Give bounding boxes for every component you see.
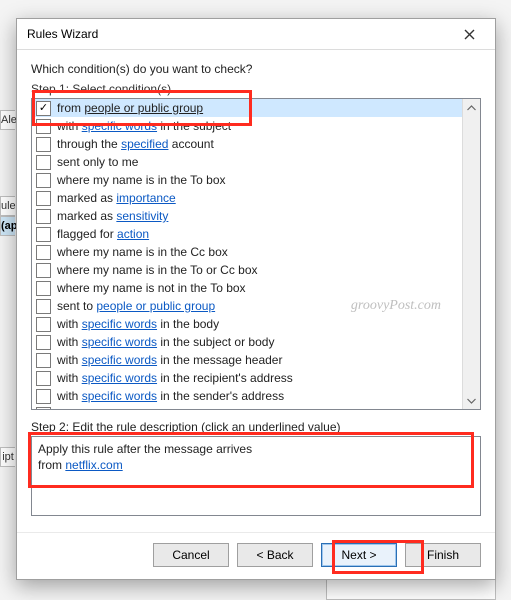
condition-item[interactable]: with specific words in the sender's addr… bbox=[32, 387, 462, 405]
condition-checkbox[interactable] bbox=[36, 245, 51, 260]
bg-fragment: Ale bbox=[0, 110, 15, 130]
condition-checkbox[interactable] bbox=[36, 371, 51, 386]
description-line: Apply this rule after the message arrive… bbox=[38, 441, 474, 457]
condition-checkbox[interactable] bbox=[36, 299, 51, 314]
description-text: from bbox=[38, 458, 65, 472]
condition-item[interactable]: ✓ from people or public group bbox=[32, 99, 462, 117]
condition-label: marked as sensitivity bbox=[57, 209, 168, 223]
condition-checkbox[interactable] bbox=[36, 227, 51, 242]
condition-link[interactable]: sensitivity bbox=[116, 209, 168, 223]
bg-fragment bbox=[326, 578, 496, 600]
condition-item[interactable]: assigned to category category bbox=[32, 405, 462, 409]
condition-link[interactable]: specific words bbox=[82, 335, 157, 349]
condition-link[interactable]: specific words bbox=[82, 317, 157, 331]
condition-item[interactable]: with specific words in the body bbox=[32, 315, 462, 333]
scroll-up-button[interactable] bbox=[463, 99, 480, 116]
condition-checkbox[interactable]: ✓ bbox=[36, 101, 51, 116]
condition-label: marked as importance bbox=[57, 191, 176, 205]
condition-item[interactable]: flagged for action bbox=[32, 225, 462, 243]
condition-label: with specific words in the message heade… bbox=[57, 353, 282, 367]
condition-checkbox[interactable] bbox=[36, 407, 51, 410]
condition-item[interactable]: with specific words in the recipient's a… bbox=[32, 369, 462, 387]
condition-label: with specific words in the subject bbox=[57, 119, 231, 133]
condition-checkbox[interactable] bbox=[36, 335, 51, 350]
condition-item[interactable]: sent to people or public group bbox=[32, 297, 462, 315]
condition-item[interactable]: where my name is in the To or Cc box bbox=[32, 261, 462, 279]
condition-item[interactable]: marked as sensitivity bbox=[32, 207, 462, 225]
condition-label: from people or public group bbox=[57, 101, 203, 115]
condition-label: with specific words in the recipient's a… bbox=[57, 371, 293, 385]
condition-link[interactable]: action bbox=[117, 227, 149, 241]
condition-label: with specific words in the subject or bo… bbox=[57, 335, 274, 349]
rule-description-box[interactable]: Apply this rule after the message arrive… bbox=[31, 436, 481, 516]
step1-label: Step 1: Select condition(s) bbox=[31, 82, 481, 96]
condition-item[interactable]: where my name is not in the To box bbox=[32, 279, 462, 297]
condition-item[interactable]: where my name is in the To box bbox=[32, 171, 462, 189]
close-button[interactable] bbox=[449, 20, 489, 48]
condition-link[interactable]: category bbox=[122, 407, 168, 409]
condition-link[interactable]: specific words bbox=[82, 353, 157, 367]
condition-link[interactable]: people or public group bbox=[96, 299, 215, 313]
condition-link[interactable]: specific words bbox=[82, 389, 157, 403]
condition-checkbox[interactable] bbox=[36, 389, 51, 404]
description-link-sender[interactable]: netflix.com bbox=[65, 458, 122, 472]
condition-label: where my name is not in the To box bbox=[57, 281, 246, 295]
close-icon bbox=[464, 29, 475, 40]
condition-checkbox[interactable] bbox=[36, 317, 51, 332]
condition-label: through the specified account bbox=[57, 137, 214, 151]
condition-label: assigned to category category bbox=[57, 407, 217, 409]
condition-item[interactable]: sent only to me bbox=[32, 153, 462, 171]
bg-fragment: ipt bbox=[0, 447, 15, 467]
condition-checkbox[interactable] bbox=[36, 173, 51, 188]
condition-checkbox[interactable] bbox=[36, 353, 51, 368]
scroll-down-button[interactable] bbox=[463, 392, 480, 409]
back-button[interactable]: < Back bbox=[237, 543, 313, 567]
condition-label: with specific words in the body bbox=[57, 317, 219, 331]
condition-item[interactable]: with specific words in the subject or bo… bbox=[32, 333, 462, 351]
conditions-listbox[interactable]: ✓ from people or public group with specifi… bbox=[31, 98, 481, 410]
step2-label: Step 2: Edit the rule description (click… bbox=[31, 420, 481, 434]
dialog-buttons: Cancel < Back Next > Finish bbox=[17, 532, 495, 579]
rules-wizard-dialog: Rules Wizard Which condition(s) do you w… bbox=[16, 18, 496, 580]
dialog-title: Rules Wizard bbox=[27, 27, 98, 41]
condition-item[interactable]: where my name is in the Cc box bbox=[32, 243, 462, 261]
condition-checkbox[interactable] bbox=[36, 191, 51, 206]
condition-label: with specific words in the sender's addr… bbox=[57, 389, 284, 403]
condition-link[interactable]: specific words bbox=[82, 119, 157, 133]
condition-label: flagged for action bbox=[57, 227, 149, 241]
condition-checkbox[interactable] bbox=[36, 137, 51, 152]
condition-item[interactable]: marked as importance bbox=[32, 189, 462, 207]
condition-checkbox[interactable] bbox=[36, 281, 51, 296]
condition-item[interactable]: through the specified account bbox=[32, 135, 462, 153]
bg-fragment: (ap bbox=[0, 216, 15, 236]
scrollbar[interactable] bbox=[462, 99, 480, 409]
description-line: from netflix.com bbox=[38, 457, 474, 473]
finish-button[interactable]: Finish bbox=[405, 543, 481, 567]
chevron-down-icon bbox=[467, 398, 476, 404]
titlebar: Rules Wizard bbox=[17, 19, 495, 50]
condition-checkbox[interactable] bbox=[36, 119, 51, 134]
cancel-button[interactable]: Cancel bbox=[153, 543, 229, 567]
condition-label: sent to people or public group bbox=[57, 299, 215, 313]
bg-fragment: ule bbox=[0, 196, 15, 216]
condition-checkbox[interactable] bbox=[36, 155, 51, 170]
condition-label: where my name is in the To or Cc box bbox=[57, 263, 258, 277]
chevron-up-icon bbox=[467, 105, 476, 111]
prompt-text: Which condition(s) do you want to check? bbox=[31, 62, 481, 76]
condition-checkbox[interactable] bbox=[36, 263, 51, 278]
condition-link[interactable]: specified bbox=[121, 137, 168, 151]
condition-link[interactable]: people or public group bbox=[84, 101, 203, 115]
condition-item[interactable]: with specific words in the message heade… bbox=[32, 351, 462, 369]
condition-label: sent only to me bbox=[57, 155, 138, 169]
condition-item[interactable]: with specific words in the subject bbox=[32, 117, 462, 135]
condition-label: where my name is in the Cc box bbox=[57, 245, 228, 259]
condition-link[interactable]: importance bbox=[116, 191, 175, 205]
condition-checkbox[interactable] bbox=[36, 209, 51, 224]
condition-label: where my name is in the To box bbox=[57, 173, 226, 187]
condition-link[interactable]: specific words bbox=[82, 371, 157, 385]
next-button[interactable]: Next > bbox=[321, 543, 397, 567]
